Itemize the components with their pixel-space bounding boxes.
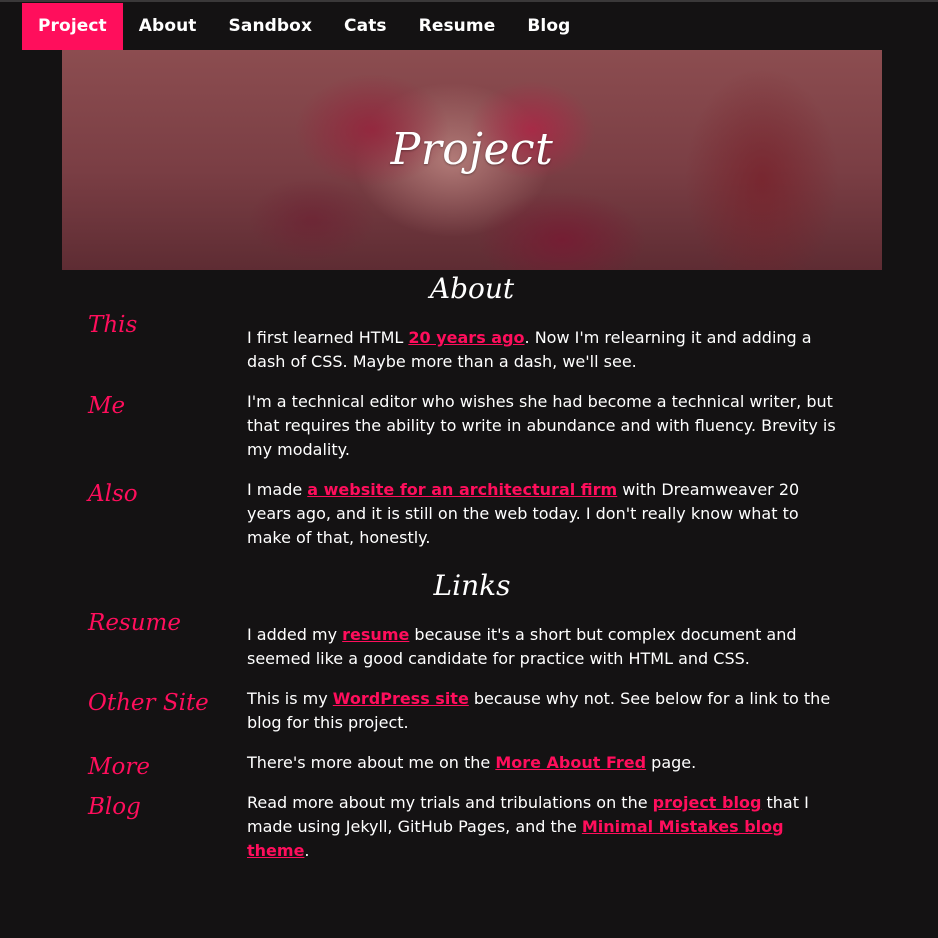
text: This is my xyxy=(247,689,333,708)
links-heading: Links xyxy=(433,569,511,602)
nav-item-project[interactable]: Project xyxy=(22,3,123,50)
side-label-more: More xyxy=(88,754,151,780)
nav-item-resume[interactable]: Resume xyxy=(403,3,512,50)
about-paragraph-me: I'm a technical editor who wishes she ha… xyxy=(247,392,836,459)
text: I made xyxy=(247,480,308,499)
side-label-other-site: Other Site xyxy=(88,690,209,716)
resume-link[interactable]: resume xyxy=(342,625,409,644)
side-label-me: Me xyxy=(88,393,126,419)
text: . xyxy=(304,841,310,860)
side-label-this: This xyxy=(88,312,138,338)
text: I first learned HTML xyxy=(247,328,409,347)
page-title: Project xyxy=(390,124,554,175)
wordpress-site-link[interactable]: WordPress site xyxy=(333,689,469,708)
side-label-blog: Blog xyxy=(88,794,141,820)
nav-item-blog[interactable]: Blog xyxy=(511,3,586,50)
side-label-resume: Resume xyxy=(88,610,181,636)
project-blog-link[interactable]: project blog xyxy=(653,793,762,812)
more-about-fred-link[interactable]: More About Fred xyxy=(495,753,646,772)
hero-banner: Project xyxy=(62,50,882,270)
links-paragraph-other-site: This is my WordPress site because why no… xyxy=(247,687,847,735)
links-paragraph-resume: I added my resume because it's a short b… xyxy=(247,623,847,671)
text: I added my xyxy=(247,625,343,644)
nav-item-sandbox[interactable]: Sandbox xyxy=(213,3,329,50)
side-label-also: Also xyxy=(88,481,138,507)
about-heading: About xyxy=(429,272,515,305)
top-border xyxy=(0,0,938,2)
html-history-link[interactable]: 20 years ago xyxy=(408,328,524,347)
links-paragraph-blog: Read more about my trials and tribulatio… xyxy=(247,791,847,863)
about-paragraph-this: I first learned HTML 20 years ago. Now I… xyxy=(247,326,847,374)
text: page. xyxy=(646,753,697,772)
text: There's more about me on the xyxy=(247,753,496,772)
architecture-site-link[interactable]: a website for an architectural firm xyxy=(307,480,617,499)
about-paragraph-also: I made a website for an architectural fi… xyxy=(247,478,847,550)
nav-item-about[interactable]: About xyxy=(123,3,213,50)
main-nav: Project About Sandbox Cats Resume Blog xyxy=(22,3,586,50)
links-paragraph-more: There's more about me on the More About … xyxy=(247,751,847,775)
nav-item-cats[interactable]: Cats xyxy=(328,3,403,50)
text: Read more about my trials and tribulatio… xyxy=(247,793,653,812)
